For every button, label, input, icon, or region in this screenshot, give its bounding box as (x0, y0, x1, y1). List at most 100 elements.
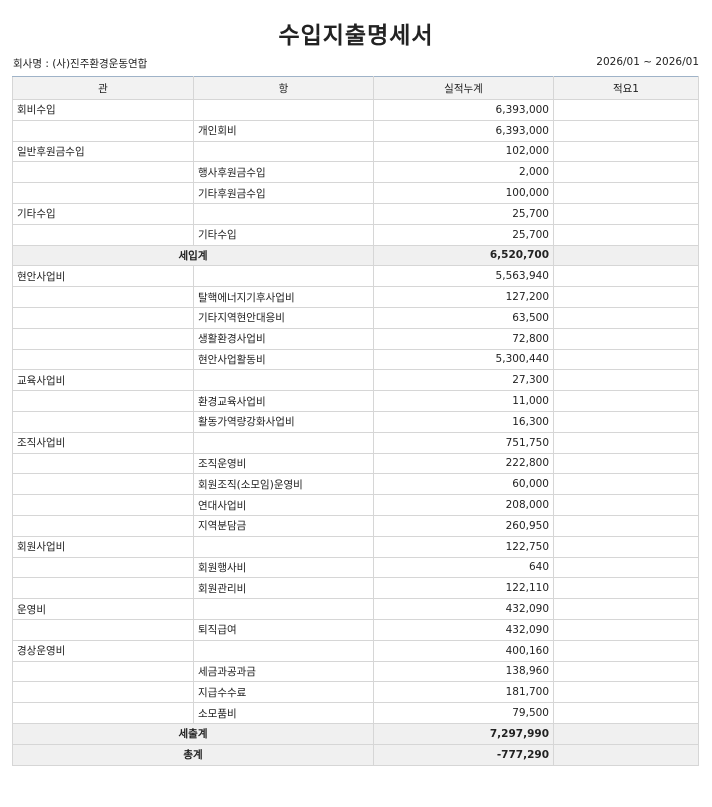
total-row: 세출계 7,297,990 (12, 722, 699, 745)
table-row: 생활환경사업비 72,800 (12, 327, 699, 350)
cell-gwan (12, 390, 194, 412)
cell-memo (553, 535, 699, 558)
table-row: 회원행사비 640 (12, 556, 699, 579)
cell-memo (553, 577, 699, 600)
cell-amount: 7,297,990 (373, 722, 554, 745)
cell-memo (553, 743, 699, 766)
cell-memo (553, 369, 699, 392)
cell-hang (193, 598, 374, 620)
table-row: 조직사업비 751,750 (12, 431, 699, 454)
cell-hang: 활동가역량강화사업비 (193, 410, 374, 433)
cell-memo (553, 306, 699, 329)
cell-gwan (12, 223, 194, 246)
cell-gwan (12, 473, 194, 496)
total-row: 총계 -777,290 (12, 743, 699, 766)
cell-amount: -777,290 (373, 743, 554, 766)
cell-memo (553, 182, 699, 204)
table-row: 기타수입 25,700 (12, 223, 699, 246)
cell-hang: 연대사업비 (193, 494, 374, 516)
cell-memo (553, 390, 699, 412)
cell-amount: 11,000 (373, 390, 554, 412)
cell-hang: 현안사업활동비 (193, 348, 374, 371)
cell-memo (553, 556, 699, 579)
cell-hang: 회원관리비 (193, 577, 374, 600)
cell-memo (553, 431, 699, 454)
cell-amount: 27,300 (373, 369, 554, 392)
cell-gwan (12, 306, 194, 329)
cell-amount: 72,800 (373, 327, 554, 350)
cell-memo (553, 265, 699, 288)
cell-gwan (12, 514, 194, 537)
cell-amount: 100,000 (373, 182, 554, 204)
cell-hang (193, 639, 374, 662)
cell-amount: 432,090 (373, 598, 554, 620)
report-page: 수입지출명세서 회사명 : (사)진주환경운동연합 2026/01 ~ 2026… (0, 0, 712, 766)
cell-hang: 소모품비 (193, 702, 374, 724)
cell-memo (553, 140, 699, 163)
cell-memo (553, 639, 699, 662)
cell-gwan: 운영비 (12, 598, 194, 620)
cell-gwan: 회원사업비 (12, 535, 194, 558)
cell-gwan: 일반후원금수입 (12, 140, 194, 163)
income-expense-table: 관 항 실적누계 적요1 회비수입 6,393,000 개인회비 6,393,000 일… (12, 76, 699, 766)
table-row: 활동가역량강화사업비 16,300 (12, 410, 699, 433)
cell-amount: 63,500 (373, 306, 554, 329)
table-row: 조직운영비 222,800 (12, 452, 699, 475)
cell-memo (553, 99, 699, 121)
cell-amount: 25,700 (373, 202, 554, 225)
cell-hang: 탈핵에너지기후사업비 (193, 286, 374, 308)
cell-hang: 행사후원금수입 (193, 161, 374, 184)
table-row: 기타지역현안대응비 63,500 (12, 306, 699, 329)
table-row: 일반후원금수입 102,000 (12, 140, 699, 163)
cell-amount: 260,950 (373, 514, 554, 537)
cell-gwan (12, 577, 194, 600)
total-label: 세출계 (12, 722, 374, 745)
table-header-row: 관 항 실적누계 적요1 (12, 76, 699, 100)
cell-gwan: 조직사업비 (12, 431, 194, 454)
cell-gwan (12, 702, 194, 724)
table-row: 퇴직급여 432,090 (12, 618, 699, 641)
cell-memo (553, 327, 699, 350)
cell-amount: 640 (373, 556, 554, 579)
cell-gwan (12, 327, 194, 350)
cell-hang (193, 265, 374, 288)
cell-hang (193, 140, 374, 163)
total-row: 세입계 6,520,700 (12, 244, 699, 267)
cell-hang: 지급수수료 (193, 681, 374, 704)
cell-amount: 432,090 (373, 618, 554, 641)
cell-amount: 25,700 (373, 223, 554, 246)
table-row: 소모품비 79,500 (12, 702, 699, 724)
cell-amount: 79,500 (373, 702, 554, 724)
cell-amount: 102,000 (373, 140, 554, 163)
column-header-amount: 실적누계 (373, 76, 554, 100)
table-row: 경상운영비 400,160 (12, 639, 699, 662)
column-header-hang: 항 (193, 76, 374, 100)
cell-memo (553, 223, 699, 246)
cell-hang: 지역분담금 (193, 514, 374, 537)
cell-gwan: 현안사업비 (12, 265, 194, 288)
cell-amount: 751,750 (373, 431, 554, 454)
cell-memo (553, 702, 699, 724)
cell-memo (553, 494, 699, 516)
cell-amount: 2,000 (373, 161, 554, 184)
cell-amount: 127,200 (373, 286, 554, 308)
cell-amount: 208,000 (373, 494, 554, 516)
cell-memo (553, 161, 699, 184)
cell-memo (553, 452, 699, 475)
cell-hang (193, 202, 374, 225)
cell-hang (193, 99, 374, 121)
table-row: 교육사업비 27,300 (12, 369, 699, 392)
cell-memo (553, 473, 699, 496)
cell-amount: 5,300,440 (373, 348, 554, 371)
total-label: 총계 (12, 743, 374, 766)
table-row: 회원관리비 122,110 (12, 577, 699, 600)
cell-gwan (12, 182, 194, 204)
cell-amount: 5,563,940 (373, 265, 554, 288)
table-row: 행사후원금수입 2,000 (12, 161, 699, 184)
cell-amount: 138,960 (373, 660, 554, 683)
cell-amount: 6,393,000 (373, 119, 554, 142)
table-row: 지급수수료 181,700 (12, 681, 699, 704)
cell-amount: 222,800 (373, 452, 554, 475)
cell-memo (553, 660, 699, 683)
cell-memo (553, 348, 699, 371)
